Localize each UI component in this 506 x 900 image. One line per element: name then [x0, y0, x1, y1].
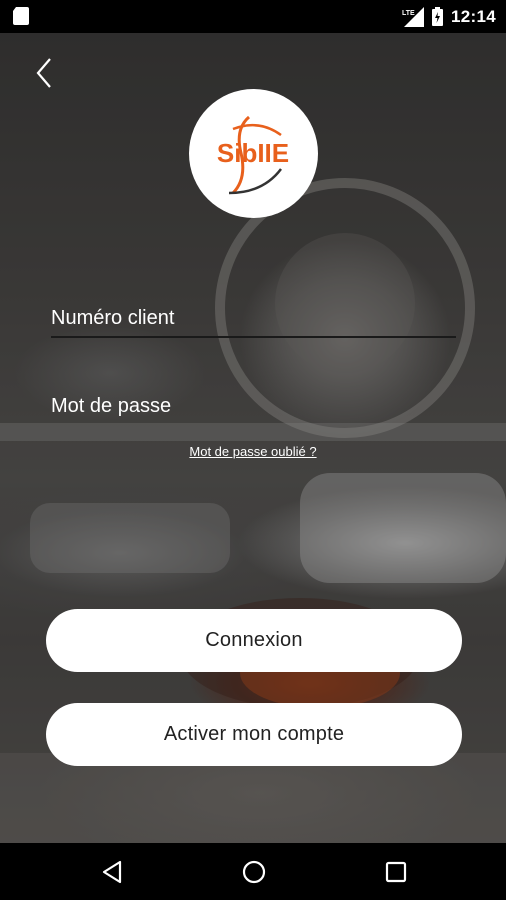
- navigation-bar: [0, 843, 506, 900]
- home-circle-icon[interactable]: [239, 857, 269, 887]
- login-button[interactable]: Connexion: [46, 609, 462, 672]
- lte-signal-icon: LTE: [402, 6, 425, 27]
- battery-icon: [432, 7, 444, 26]
- logo-mark: SibIIE: [217, 115, 289, 195]
- back-triangle-icon[interactable]: [98, 857, 128, 887]
- client-number-field[interactable]: Numéro client: [51, 300, 456, 338]
- recent-square-icon[interactable]: [381, 857, 411, 887]
- app-logo: SibIIE: [189, 89, 318, 218]
- client-number-placeholder: Numéro client: [51, 307, 175, 329]
- login-screen: LTE 12:14 SibIIE Numéro client Mot de pa…: [0, 0, 506, 900]
- logo-text: SibIIE: [217, 138, 289, 168]
- chevron-left-icon: [36, 58, 51, 88]
- activate-account-button[interactable]: Activer mon compte: [46, 703, 462, 766]
- sd-card-icon: [13, 7, 29, 25]
- svg-text:LTE: LTE: [402, 10, 415, 17]
- status-time: 12:14: [451, 6, 496, 26]
- status-bar: LTE 12:14: [0, 0, 506, 33]
- password-placeholder: Mot de passe: [51, 395, 172, 417]
- password-field[interactable]: Mot de passe: [51, 388, 456, 424]
- back-button[interactable]: [28, 56, 62, 90]
- forgot-password-link[interactable]: Mot de passe oublié ?: [0, 444, 506, 459]
- status-icons: LTE 12:14: [402, 0, 496, 33]
